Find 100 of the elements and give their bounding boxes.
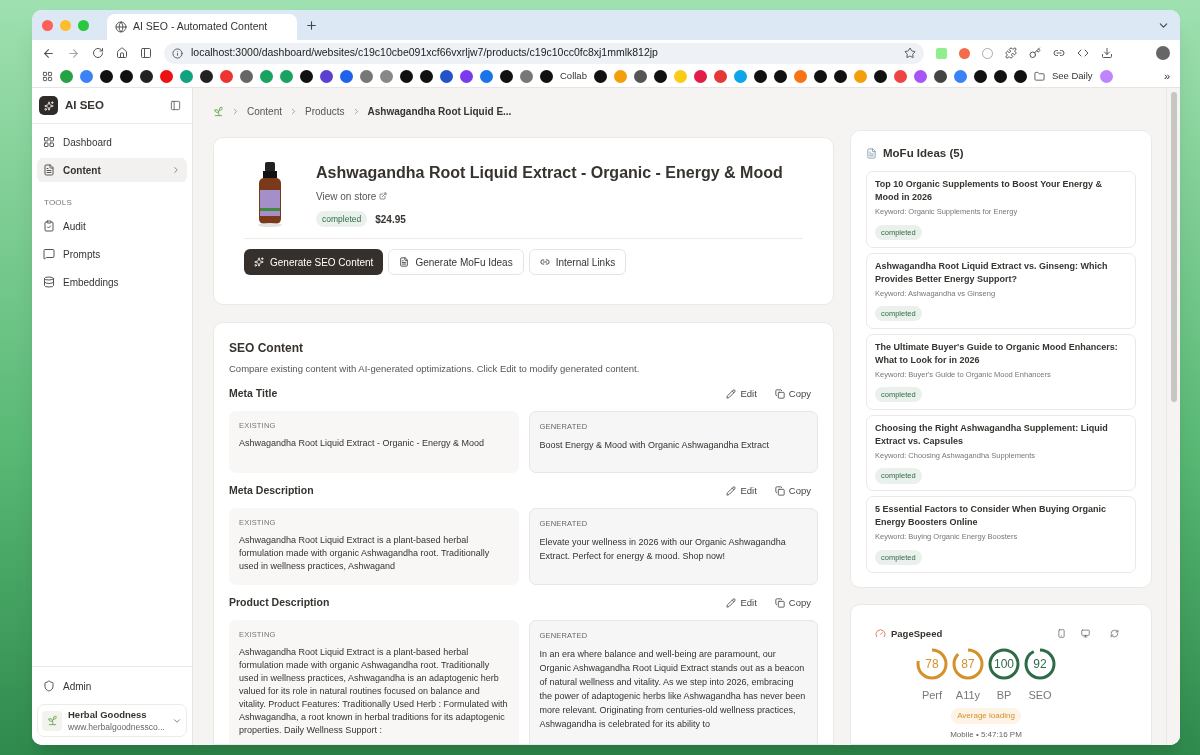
action-button[interactable]: Internal Links (528, 249, 627, 275)
copy-button[interactable]: Copy (774, 595, 811, 610)
breadcrumb-item[interactable]: Products (305, 103, 345, 119)
bookmark-icon[interactable] (540, 70, 553, 83)
globe-icon (115, 21, 127, 33)
sidebar-item[interactable]: Embeddings (37, 270, 187, 294)
generated-text: In an era where balance and well-being are paramount, our Organic Ashwagandha Root Liquid Extract stands out as a beacon of natural wellness and vitality. As we step into 2026, embracing the power of adaptogenic herbs like Ashwagandha has never been more relevant. Originating from centuries-old wellness practices, Ashwagandha is celebrated for its ability to (539, 648, 807, 731)
bookmark-icon[interactable] (500, 70, 513, 83)
score-label: SEO (1028, 687, 1052, 703)
admin-link[interactable]: Admin (37, 672, 187, 700)
pencil-icon (726, 389, 737, 400)
breadcrumb-item[interactable]: Content (247, 103, 283, 119)
bookmark-icon[interactable] (320, 70, 333, 83)
bookmark-icon[interactable] (200, 70, 213, 83)
code-icon[interactable] (1077, 47, 1089, 59)
home-icon[interactable] (116, 47, 128, 59)
score-label: Perf (921, 687, 943, 703)
bookmark-icon[interactable] (813, 70, 827, 83)
bookmark-icon[interactable] (440, 70, 453, 83)
copy-icon (774, 485, 785, 496)
sidebar-toggle-icon[interactable] (170, 100, 181, 111)
key-icon[interactable] (1029, 47, 1041, 59)
url-text: localhost:3000/dashboard/websites/c19c10cbe091xcf66vxrljw7/products/c19c10cc0fc8xj1mmlk812jp (191, 45, 659, 61)
scrollbar-thumb[interactable] (1170, 92, 1177, 402)
site-logo-icon (42, 710, 62, 731)
bookmark-icon[interactable] (633, 70, 647, 83)
section-title: SEO Content (229, 340, 304, 357)
refresh-icon[interactable] (1110, 629, 1119, 639)
sidebar-item[interactable]: Audit (37, 214, 187, 238)
breadcrumb-item[interactable]: Ashwagandha Root Liquid E... (367, 103, 512, 119)
bookmark-star-icon[interactable] (904, 47, 916, 59)
bookmark-icon[interactable] (140, 70, 153, 83)
bookmark-icon[interactable] (973, 70, 987, 83)
address-bar[interactable]: localhost:3000/dashboard/websites/c19c10cbe091xcf66vxrljw7/products/c19c10cc0fc8xj1mmlk812jp (164, 42, 924, 64)
existing-text: Ashwagandha Root Liquid Extract is a plant-based herbal formulation made with organic Ashwagandha root. Traditionally used in wellness practices, Ashwagand (239, 534, 491, 573)
bookmark-icon[interactable] (300, 70, 313, 83)
avatar-icon[interactable] (1156, 46, 1170, 60)
edit-button[interactable]: Edit (726, 595, 757, 610)
bookmark-icon[interactable] (420, 70, 433, 83)
score-label: BP (996, 687, 1012, 703)
link-icon (539, 257, 550, 267)
copy-icon (774, 597, 785, 608)
bookmark-icon[interactable] (753, 70, 767, 83)
score-value: 78 (924, 655, 940, 673)
generated-text: Boost Energy & Mood with Organic Ashwagandha Extract (539, 439, 771, 453)
score-value: 100 (993, 655, 1015, 673)
bookmark-icon[interactable] (120, 70, 133, 83)
separator-icon (231, 106, 240, 116)
edit-button[interactable]: Edit (726, 483, 757, 498)
copy-icon (774, 389, 785, 400)
bookmark-icon[interactable] (933, 70, 947, 83)
field-label: Product Description (229, 595, 330, 610)
extension-icon[interactable] (959, 47, 970, 59)
new-tab-icon[interactable] (305, 18, 318, 32)
document-icon (866, 148, 877, 160)
edit-button[interactable]: Edit (726, 387, 757, 402)
bookmark-folder[interactable]: See Daily (1051, 69, 1093, 84)
bookmark[interactable]: Collab (560, 69, 587, 84)
assessment-badge: Average loading (951, 708, 1021, 725)
extensions-icon[interactable] (1005, 47, 1017, 59)
nav-icon (43, 164, 55, 176)
bookmark-icon[interactable] (653, 70, 667, 83)
document-icon (399, 257, 410, 267)
gauge-icon (875, 628, 886, 640)
site-switcher[interactable]: Herbal Goodness www.herbalgoodnessco... (37, 704, 187, 737)
more-bookmarks[interactable]: » (1163, 68, 1170, 85)
apps-icon[interactable] (42, 71, 53, 82)
bookmark-icon[interactable] (1013, 70, 1027, 83)
action-button[interactable]: Generate SEO Content (244, 249, 384, 275)
bookmark-icon[interactable] (100, 70, 113, 83)
site-url: www.herbalgoodnessco... (68, 720, 165, 733)
link-icon[interactable] (1053, 47, 1065, 59)
bookmark-icon[interactable] (593, 70, 607, 83)
idea-title: 5 Essential Factors to Consider When Buying Organic Energy Boosters Online (875, 503, 1108, 530)
tab-title: AI SEO - Automated Content (133, 19, 268, 35)
nav-icon (43, 220, 55, 232)
copy-button[interactable]: Copy (774, 387, 811, 402)
bookmark-icon[interactable] (873, 70, 887, 83)
info-icon (172, 47, 183, 59)
bookmark-icon[interactable] (400, 70, 413, 83)
action-button[interactable]: Generate MoFu Ideas (388, 249, 524, 275)
product-title: Ashwagandha Root Liquid Extract - Organic - Energy & Mood (316, 162, 783, 183)
bookmark-icon[interactable] (833, 70, 847, 83)
desktop-icon[interactable] (1081, 629, 1090, 639)
section-label: TOOLS (43, 197, 73, 209)
sidebar-item[interactable]: Dashboard (37, 130, 187, 154)
bookmark-icon[interactable] (993, 70, 1007, 83)
score-value: 87 (960, 655, 976, 673)
store-link[interactable]: View on store (316, 188, 783, 204)
reload-icon[interactable] (92, 47, 104, 59)
copy-button[interactable]: Copy (774, 483, 811, 498)
browser-tab[interactable]: AI SEO - Automated Content (107, 14, 297, 40)
card-title: MoFu Ideas (5) (883, 146, 964, 161)
split-view-icon[interactable] (140, 47, 152, 59)
pencil-icon (726, 485, 737, 496)
sidebar-item[interactable]: Prompts (37, 242, 187, 266)
download-icon[interactable] (1101, 47, 1113, 59)
back-icon[interactable] (42, 46, 55, 60)
bookmark-icon[interactable] (773, 70, 787, 83)
sidebar-item[interactable]: Content (37, 158, 187, 182)
